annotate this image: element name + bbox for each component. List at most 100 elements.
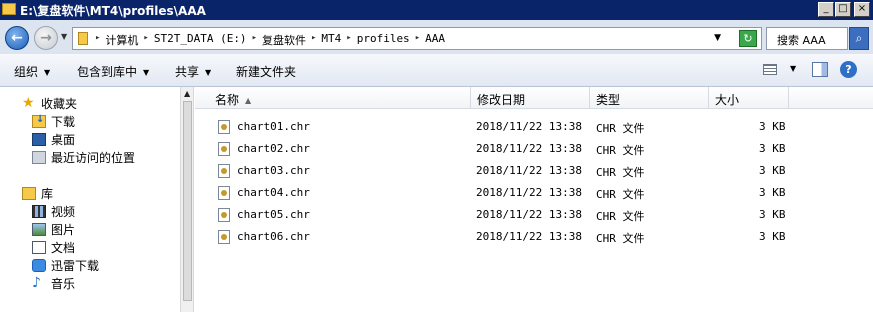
file-date: 2018/11/22 13:38 — [476, 120, 582, 133]
column-header-row: 名称 ▲ 修改日期 类型 大小 — [195, 87, 873, 109]
close-button[interactable]: × — [854, 2, 870, 17]
file-date: 2018/11/22 13:38 — [476, 208, 582, 221]
file-size: 3 KB — [759, 186, 786, 199]
file-size: 3 KB — [759, 230, 786, 243]
sidebar-item-label: 收藏夹 — [41, 97, 78, 111]
forward-arrow-icon: → — [40, 30, 52, 46]
column-header-size[interactable]: 大小 — [709, 87, 789, 109]
refresh-button[interactable]: ↻ — [739, 30, 757, 47]
column-header-name[interactable]: 名称 ▲ — [209, 87, 471, 109]
thunder-download-icon — [32, 259, 46, 272]
back-button[interactable]: ← — [5, 26, 29, 50]
column-name-label: 名称 — [215, 93, 240, 107]
breadcrumb-separator-icon[interactable]: ▸ — [415, 32, 420, 48]
sidebar-item-label: 库 — [41, 187, 54, 201]
file-type: CHR 文件 — [596, 232, 645, 245]
table-row[interactable]: chart02.chr 2018/11/22 13:38 CHR 文件 3 KB — [195, 137, 873, 159]
view-options-icon[interactable] — [763, 64, 777, 75]
sidebar-item-desktop[interactable]: 桌面 — [32, 131, 75, 148]
breadcrumb-folder-profiles[interactable]: profiles — [357, 32, 410, 48]
sidebar-item-label: 桌面 — [51, 133, 76, 147]
breadcrumb-folder-aaa[interactable]: AAA — [425, 32, 445, 48]
search-input[interactable]: 搜索 AAA — [766, 27, 848, 50]
breadcrumb-separator-icon[interactable]: ▸ — [311, 32, 316, 48]
chr-file-icon — [218, 208, 230, 222]
file-size: 3 KB — [759, 208, 786, 221]
navigation-scrollbar[interactable]: ▲ — [180, 87, 194, 312]
sidebar-item-label: 最近访问的位置 — [51, 151, 136, 165]
table-row[interactable]: chart05.chr 2018/11/22 13:38 CHR 文件 3 KB — [195, 203, 873, 225]
chevron-down-icon: ▼ — [44, 68, 51, 77]
preview-pane-icon[interactable] — [812, 62, 828, 77]
address-bar[interactable]: ▸ 计算机 ▸ ST2T_DATA (E:) ▸ 复盘软件 ▸ MT4 ▸ pr… — [72, 27, 762, 50]
file-date: 2018/11/22 13:38 — [476, 142, 582, 155]
folder-icon — [2, 3, 16, 15]
chevron-down-icon[interactable]: ▼ — [790, 64, 796, 73]
scrollbar-thumb[interactable] — [183, 101, 192, 301]
videos-icon — [32, 205, 46, 218]
file-name: chart05.chr — [237, 208, 310, 221]
new-folder-button[interactable]: 新建文件夹 — [236, 63, 296, 80]
file-name: chart04.chr — [237, 186, 310, 199]
column-header-type[interactable]: 类型 — [590, 87, 709, 109]
sidebar-item-thunder-downloads[interactable]: 迅雷下载 — [32, 257, 99, 274]
file-type: CHR 文件 — [596, 122, 645, 135]
file-date: 2018/11/22 13:38 — [476, 186, 582, 199]
search-icon[interactable]: ⌕ — [849, 27, 869, 50]
sidebar-item-music[interactable]: ♪ 音乐 — [32, 275, 75, 292]
navigation-pane: ★ 收藏夹 下载 桌面 最近访问的位置 库 视频 图片 文档 迅雷下载 ♪ 音乐 — [0, 87, 180, 312]
breadcrumb-separator-icon[interactable]: ▸ — [143, 32, 148, 48]
share-label: 共享 — [175, 65, 200, 79]
sidebar-item-pictures[interactable]: 图片 — [32, 221, 75, 238]
sidebar-item-label: 下载 — [51, 115, 76, 129]
desktop-icon — [32, 133, 46, 146]
table-row[interactable]: chart04.chr 2018/11/22 13:38 CHR 文件 3 KB — [195, 181, 873, 203]
history-dropdown-icon[interactable]: ▼ — [61, 32, 67, 41]
sidebar-item-recent-places[interactable]: 最近访问的位置 — [32, 149, 135, 166]
sidebar-item-label: 迅雷下载 — [51, 259, 100, 273]
music-icon: ♪ — [32, 275, 41, 291]
share-button[interactable]: 共享 ▼ — [175, 63, 211, 80]
sidebar-item-favorites[interactable]: ★ 收藏夹 — [22, 95, 77, 112]
table-row[interactable]: chart06.chr 2018/11/22 13:38 CHR 文件 3 KB — [195, 225, 873, 247]
sidebar-item-libraries[interactable]: 库 — [22, 185, 53, 202]
minimize-button[interactable]: _ — [818, 2, 834, 17]
back-arrow-icon: ← — [11, 30, 23, 46]
include-in-library-button[interactable]: 包含到库中 ▼ — [77, 63, 149, 80]
table-row[interactable]: chart03.chr 2018/11/22 13:38 CHR 文件 3 KB — [195, 159, 873, 181]
file-type: CHR 文件 — [596, 210, 645, 223]
file-name: chart03.chr — [237, 164, 310, 177]
title-bar: E:\复盘软件\MT4\profiles\AAA _ □ × — [0, 0, 873, 20]
organize-label: 组织 — [14, 65, 39, 79]
sidebar-item-label: 文档 — [51, 241, 76, 255]
forward-button[interactable]: → — [34, 26, 58, 50]
help-icon[interactable]: ? — [840, 61, 857, 78]
chr-file-icon — [218, 186, 230, 200]
breadcrumb-folder-mt4[interactable]: MT4 — [321, 32, 341, 48]
library-icon — [22, 187, 36, 200]
chr-file-icon — [218, 120, 230, 134]
breadcrumb-folder-fupan[interactable]: 复盘软件 — [262, 32, 306, 48]
file-size: 3 KB — [759, 164, 786, 177]
file-size: 3 KB — [759, 120, 786, 133]
sidebar-item-documents[interactable]: 文档 — [32, 239, 75, 256]
breadcrumb-separator-icon[interactable]: ▸ — [252, 32, 257, 48]
sidebar-item-label: 图片 — [51, 223, 76, 237]
table-row[interactable]: chart01.chr 2018/11/22 13:38 CHR 文件 3 KB — [195, 115, 873, 137]
sidebar-item-videos[interactable]: 视频 — [32, 203, 75, 220]
sidebar-item-downloads[interactable]: 下载 — [32, 113, 75, 130]
breadcrumb-computer[interactable]: 计算机 — [105, 32, 138, 48]
breadcrumb-separator-icon[interactable]: ▸ — [95, 32, 100, 48]
address-dropdown-icon[interactable]: ▼ — [714, 33, 721, 43]
file-list: 名称 ▲ 修改日期 类型 大小 chart01.chr 2018/11/22 13… — [195, 87, 873, 312]
chevron-down-icon: ▼ — [143, 68, 150, 77]
organize-button[interactable]: 组织 ▼ — [14, 63, 50, 80]
sidebar-item-label: 视频 — [51, 205, 76, 219]
breadcrumb-separator-icon[interactable]: ▸ — [346, 32, 351, 48]
scroll-up-icon[interactable]: ▲ — [184, 89, 190, 98]
documents-icon — [32, 241, 46, 254]
recent-places-icon — [32, 151, 46, 164]
breadcrumb-drive[interactable]: ST2T_DATA (E:) — [154, 32, 247, 48]
column-header-date[interactable]: 修改日期 — [471, 87, 590, 109]
maximize-button[interactable]: □ — [835, 2, 851, 17]
